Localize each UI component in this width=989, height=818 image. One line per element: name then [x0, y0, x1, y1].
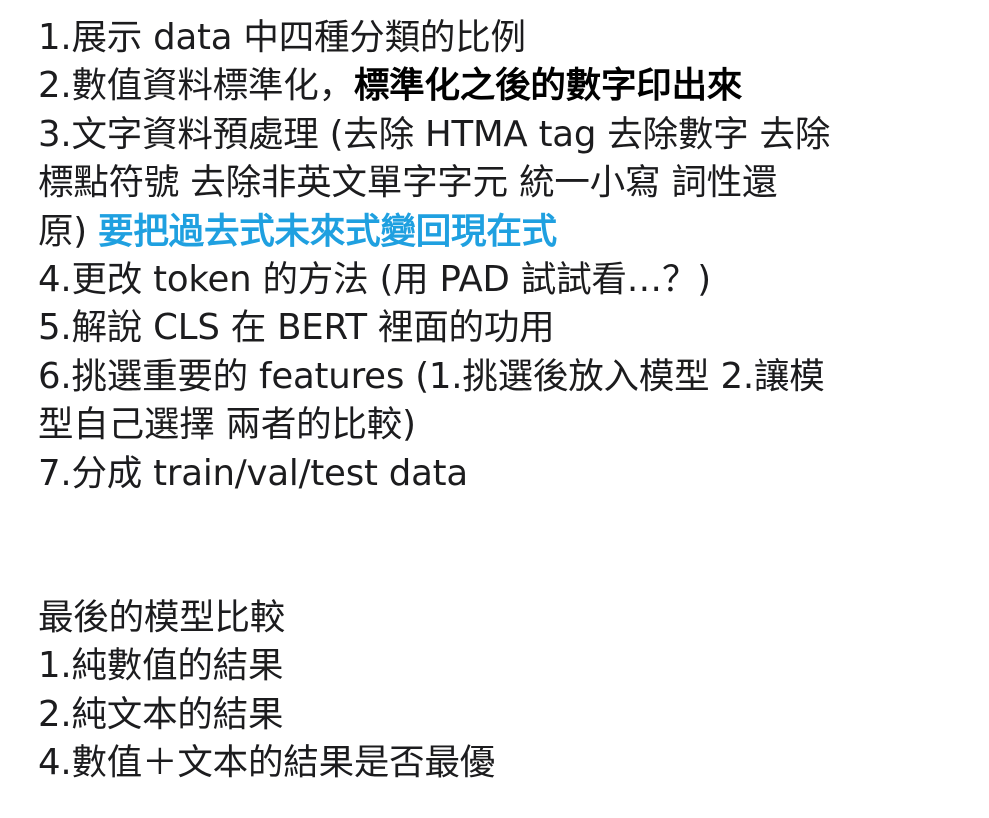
- todo-line-4: 標點符號 去除非英文單字字元 統一小寫 詞性還: [38, 162, 778, 204]
- compare-line-1: 1.純數值的結果: [38, 645, 284, 687]
- blank-gap: [38, 498, 989, 594]
- todo-line-5-text: 原): [38, 210, 99, 252]
- todo-line-2-text: 2.數值資料標準化，: [38, 65, 354, 107]
- todo-line-3: 3.文字資料預處理 (去除 HTMA tag 去除數字 去除: [38, 113, 831, 155]
- todo-line-6: 4.更改 token 的方法 (用 PAD 試試看…？): [38, 258, 711, 300]
- note-body[interactable]: 1.展示 data 中四種分類的比例 2.數值資料標準化，標準化之後的數字印出來…: [0, 0, 989, 818]
- todo-line-2: 2.數值資料標準化，標準化之後的數字印出來: [38, 62, 989, 110]
- todo-line-5-highlight: 要把過去式未來式變回現在式: [98, 210, 557, 252]
- compare-line-2: 2.純文本的結果: [38, 693, 284, 735]
- todo-line-5: 原) 要把過去式未來式變回現在式: [38, 208, 989, 256]
- todo-line-2-bold-text: 標準化之後的數字印出來: [353, 65, 743, 107]
- todo-line-9: 型自己選擇 兩者的比較): [38, 404, 416, 446]
- todo-line-7: 5.解說 CLS 在 BERT 裡面的功用: [38, 307, 555, 349]
- todo-line-8: 6.挑選重要的 features (1.挑選後放入模型 2.讓模: [38, 355, 825, 397]
- compare-line-3: 4.數值＋文本的結果是否最優: [38, 742, 496, 784]
- todo-line-10: 7.分成 train/val/test data: [38, 452, 468, 494]
- compare-title: 最後的模型比較: [38, 596, 286, 638]
- todo-line-1: 1.展示 data 中四種分類的比例: [38, 17, 526, 58]
